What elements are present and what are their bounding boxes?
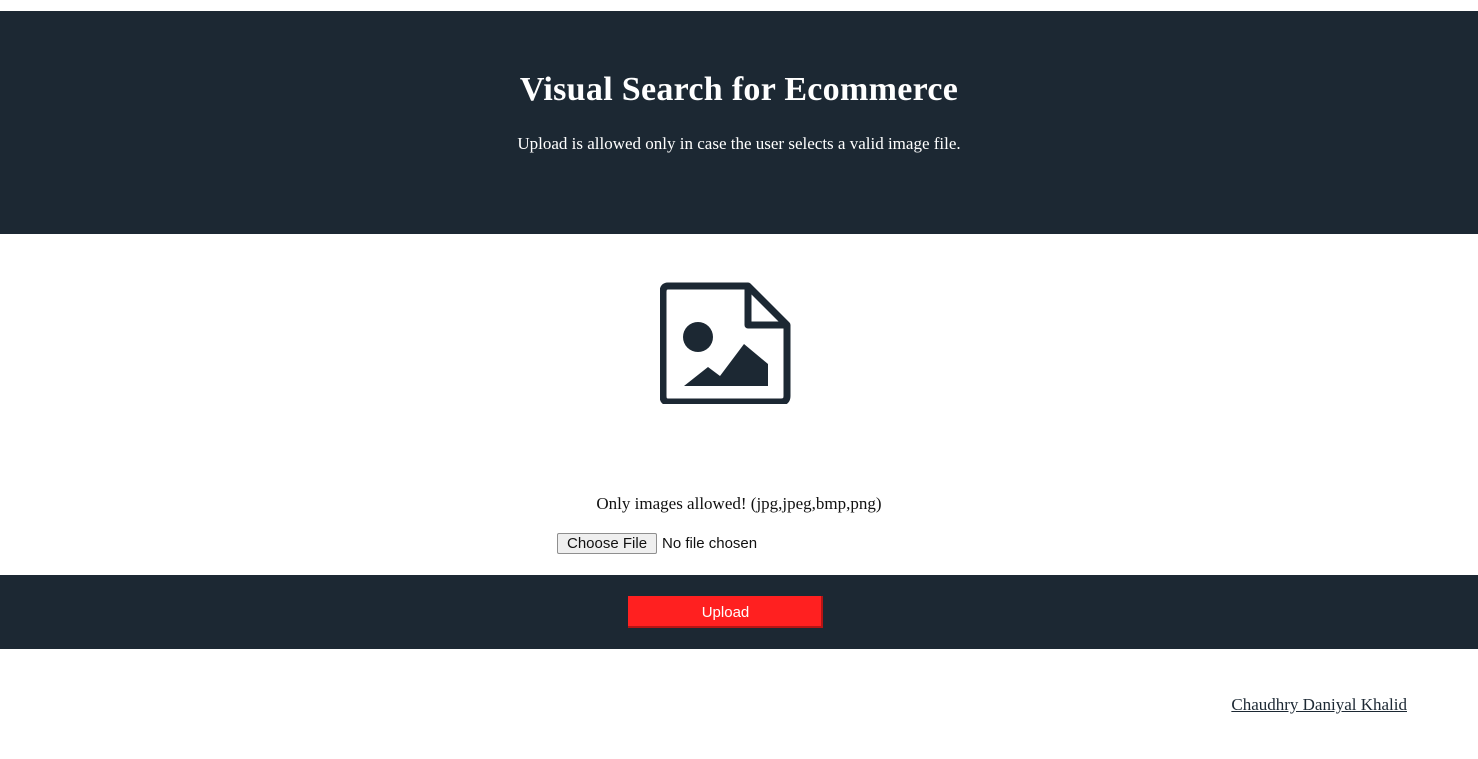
page-title: Visual Search for Ecommerce (519, 71, 959, 108)
choose-file-button[interactable]: Choose File (557, 532, 658, 554)
allowed-file-types: Only images allowed! (jpg,jpeg,bmp,png) (596, 494, 882, 513)
upload-bar: Upload (0, 575, 1478, 649)
file-input-row[interactable]: Choose File No file chosen (557, 532, 757, 554)
image-file-icon (660, 282, 791, 404)
upload-button[interactable]: Upload (628, 596, 823, 628)
page-subtitle: Upload is allowed only in case the user … (517, 134, 961, 153)
page: Visual Search for Ecommerce Upload is al… (0, 0, 1478, 759)
file-status: No file chosen (662, 534, 758, 552)
author-link[interactable]: Chaudhry Daniyal Khalid (1231, 695, 1407, 715)
header-banner: Visual Search for Ecommerce Upload is al… (0, 11, 1478, 234)
